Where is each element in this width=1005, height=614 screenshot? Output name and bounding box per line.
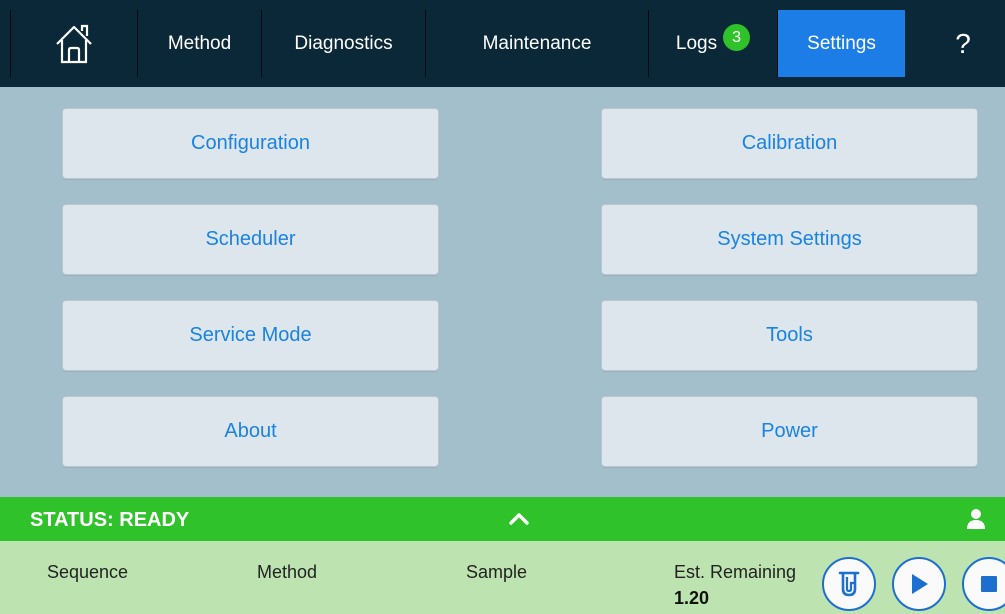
tab-settings[interactable]: Settings [778,10,905,77]
power-button[interactable]: Power [601,396,978,467]
status-expand-button[interactable] [504,505,534,533]
tab-maintenance[interactable]: Maintenance [426,10,649,77]
stop-icon [981,576,997,592]
play-icon [912,574,928,594]
user-icon [967,509,985,529]
est-remaining-label: Est. Remaining [674,562,797,582]
help-button[interactable]: ? [905,10,1005,77]
service-mode-button[interactable]: Service Mode [62,300,439,371]
sample-label: Sample [466,562,528,582]
status-text: STATUS: READY [30,509,190,531]
chevron-up-icon [509,513,529,525]
logs-count-badge: 3 [723,24,751,51]
configuration-button[interactable]: Configuration [62,108,439,179]
probe-button[interactable] [822,557,876,611]
service-mode-label: Service Mode [189,324,312,346]
system-settings-label: System Settings [717,228,862,250]
configuration-label: Configuration [191,132,310,154]
help-icon: ? [955,27,971,59]
probe-icon [838,571,860,597]
status-bar: STATUS: READY [0,497,1005,541]
system-settings-button[interactable]: System Settings [601,204,978,275]
tab-logs[interactable]: Logs 3 [649,10,778,77]
tab-diagnostics[interactable]: Diagnostics [262,10,426,77]
method-label: Method [257,562,318,582]
est-remaining-value: 1.20 [674,588,710,608]
power-label: Power [761,420,818,442]
run-button[interactable] [892,557,946,611]
tab-method-label: Method [167,32,232,54]
home-icon [56,24,92,63]
tab-maintenance-label: Maintenance [482,32,592,54]
home-button[interactable] [10,10,138,77]
scheduler-button[interactable]: Scheduler [62,204,439,275]
user-button[interactable] [964,507,988,531]
about-label: About [224,420,277,442]
calibration-button[interactable]: Calibration [601,108,978,179]
top-nav-bar: Method Diagnostics Maintenance Logs 3 Se… [0,0,1005,87]
tools-label: Tools [766,324,813,346]
scheduler-label: Scheduler [205,228,296,250]
tab-logs-label: Logs [675,32,718,54]
tab-settings-label: Settings [807,32,876,54]
tab-diagnostics-label: Diagnostics [294,32,393,54]
sequence-label: Sequence [47,562,129,582]
tools-button[interactable]: Tools [601,300,978,371]
about-button[interactable]: About [62,396,439,467]
tab-method[interactable]: Method [138,10,262,77]
calibration-label: Calibration [741,132,838,154]
